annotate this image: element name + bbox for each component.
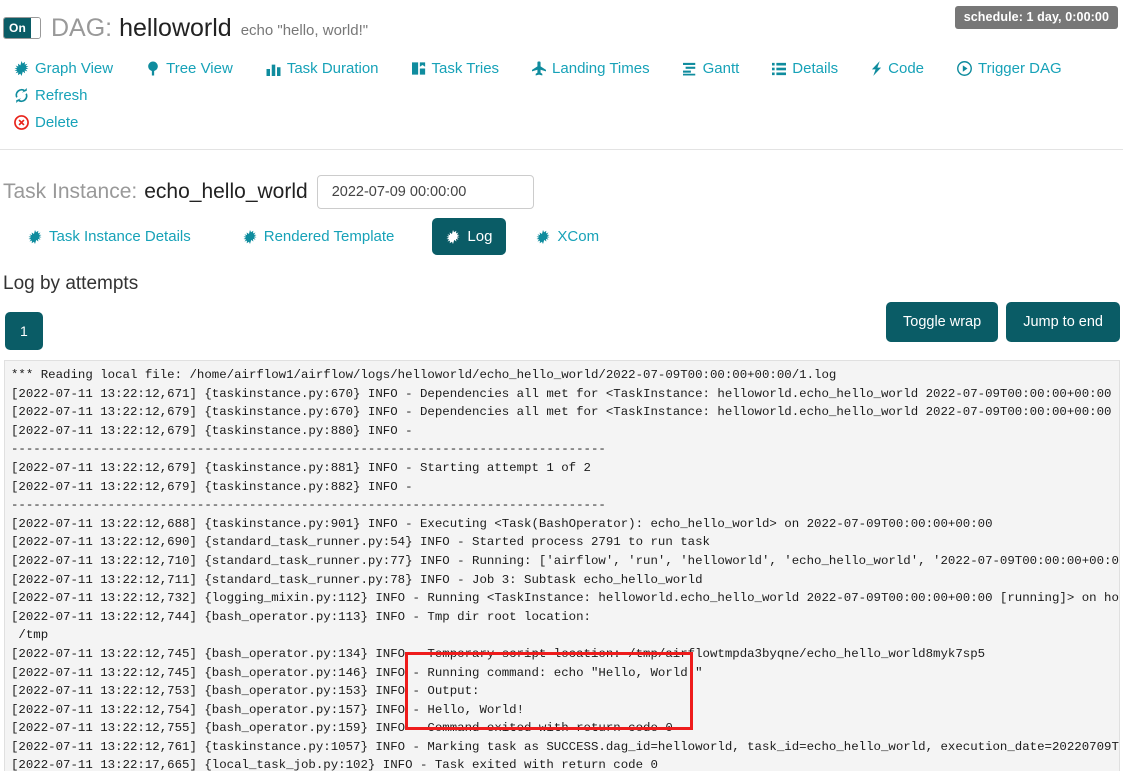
toggle-track bbox=[31, 18, 40, 38]
nav-item-details[interactable]: Details bbox=[772, 60, 838, 77]
log-line: [2022-07-11 13:22:12,744] {bash_operator… bbox=[11, 609, 599, 624]
log-action-buttons: Toggle wrap Jump to end bbox=[878, 302, 1120, 342]
play-circle-icon bbox=[957, 61, 972, 76]
nav-item-label: Trigger DAG bbox=[978, 60, 1062, 77]
subtab-rendered-template[interactable]: Rendered Template bbox=[229, 218, 409, 255]
nav-item-label: Details bbox=[792, 60, 839, 77]
nav-item-label: Graph View bbox=[35, 60, 114, 77]
dag-label: DAG: bbox=[51, 13, 113, 42]
log-line: [2022-07-11 13:22:12,679] {taskinstance.… bbox=[11, 423, 420, 438]
log-line: [2022-07-11 13:22:12,745] {bash_operator… bbox=[11, 646, 986, 661]
nav-item-label: Task Duration bbox=[286, 60, 379, 77]
log-line: ----------------------------------------… bbox=[11, 498, 606, 513]
log-line: ----------------------------------------… bbox=[11, 442, 606, 457]
task-instance-subtabs: Task Instance Details Rendered Template … bbox=[0, 212, 1123, 255]
task-instance-name: echo_hello_world bbox=[144, 180, 308, 203]
nav-item-task-duration[interactable]: Task Duration bbox=[266, 60, 379, 77]
nav-item-task-tries[interactable]: Task Tries bbox=[411, 60, 500, 77]
list-icon bbox=[772, 62, 787, 76]
log-line: [2022-07-11 13:22:12,745] {bash_operator… bbox=[11, 665, 703, 680]
nav-item-landing-times[interactable]: Landing Times bbox=[532, 60, 650, 77]
log-line: [2022-07-11 13:22:12,679] {taskinstance.… bbox=[11, 460, 591, 475]
jump-to-end-button[interactable]: Jump to end bbox=[1006, 302, 1120, 342]
log-line: [2022-07-11 13:22:12,688] {taskinstance.… bbox=[11, 516, 993, 531]
task-instance-label: Task Instance: bbox=[3, 180, 138, 203]
log-line: [2022-07-11 13:22:12,679] {taskinstance.… bbox=[11, 479, 420, 494]
schedule-badge: schedule: 1 day, 0:00:00 bbox=[954, 6, 1118, 29]
log-line: [2022-07-11 13:22:17,665] {local_task_jo… bbox=[11, 758, 658, 771]
nav-item-label: Delete bbox=[35, 114, 79, 131]
log-text: *** Reading local file: /home/airflow1/a… bbox=[5, 361, 1119, 771]
nav-item-label: Task Tries bbox=[431, 60, 500, 77]
log-line: [2022-07-11 13:22:12,711] {standard_task… bbox=[11, 572, 703, 587]
nav-item-label: Code bbox=[888, 60, 925, 77]
plane-icon bbox=[532, 61, 547, 76]
subtab-label: XCom bbox=[557, 228, 600, 245]
airflow-log-page: On DAG: helloworld echo "hello, world!" … bbox=[0, 0, 1123, 771]
nav-item-graph-view[interactable]: Graph View bbox=[14, 60, 113, 77]
log-line: [2022-07-11 13:22:12,754] {bash_operator… bbox=[11, 702, 525, 717]
dag-nav-row-1: Graph View Tree View Task Duration Task … bbox=[14, 60, 1123, 114]
nav-item-code[interactable]: Code bbox=[871, 60, 924, 77]
log-line: [2022-07-11 13:22:12,755] {bash_operator… bbox=[11, 721, 673, 736]
nav-item-label: Tree View bbox=[166, 60, 233, 77]
gantt-icon bbox=[682, 62, 697, 76]
tree-icon bbox=[146, 61, 160, 76]
subtab-label: Log bbox=[467, 228, 493, 245]
dag-nav-bar: Graph View Tree View Task Duration Task … bbox=[0, 52, 1123, 145]
log-attempts-row: 1 Toggle wrap Jump to end bbox=[0, 295, 1123, 353]
dag-nav-row-2: Delete bbox=[14, 114, 1123, 141]
toggle-wrap-button[interactable]: Toggle wrap bbox=[886, 302, 999, 342]
asterisk-icon bbox=[243, 229, 257, 244]
nav-item-delete[interactable]: Delete bbox=[14, 114, 78, 131]
log-line: /tmp bbox=[11, 628, 49, 643]
nav-item-trigger-dag[interactable]: Trigger DAG bbox=[957, 60, 1062, 77]
subtab-label: Task Instance Details bbox=[49, 228, 191, 245]
asterisk-icon bbox=[446, 229, 460, 244]
tries-icon bbox=[411, 61, 426, 76]
bar-chart-icon bbox=[266, 62, 281, 76]
nav-item-label: Gantt bbox=[702, 60, 740, 77]
log-line: *** Reading local file: /home/airflow1/a… bbox=[11, 368, 837, 382]
subtab-label: Rendered Template bbox=[263, 228, 395, 245]
attempt-tab-1[interactable]: 1 bbox=[5, 312, 43, 350]
log-line: [2022-07-11 13:22:12,690] {standard_task… bbox=[11, 535, 710, 550]
asterisk-icon bbox=[536, 229, 550, 244]
nav-item-gantt[interactable]: Gantt bbox=[682, 60, 740, 77]
execution-date-input[interactable] bbox=[316, 175, 534, 209]
nav-item-refresh[interactable]: Refresh bbox=[14, 87, 88, 104]
log-line: [2022-07-11 13:22:12,679] {taskinstance.… bbox=[11, 405, 1119, 420]
nav-item-label: Landing Times bbox=[552, 60, 650, 77]
dag-name: helloworld bbox=[119, 13, 232, 42]
log-line: [2022-07-11 13:22:12,761] {taskinstance.… bbox=[11, 739, 1119, 754]
refresh-icon bbox=[14, 88, 29, 103]
dag-description: echo "hello, world!" bbox=[240, 21, 369, 39]
subtab-xcom[interactable]: XCom bbox=[522, 218, 613, 255]
toggle-state-label: On bbox=[4, 18, 32, 38]
asterisk-icon bbox=[14, 61, 29, 76]
log-by-attempts-title: Log by attempts bbox=[3, 273, 139, 294]
subtab-log[interactable]: Log bbox=[432, 218, 507, 255]
subtab-task-instance-details[interactable]: Task Instance Details bbox=[14, 218, 205, 255]
log-line: [2022-07-11 13:22:12,753] {bash_operator… bbox=[11, 684, 480, 699]
log-output-panel[interactable]: *** Reading local file: /home/airflow1/a… bbox=[4, 360, 1120, 771]
lightning-icon bbox=[871, 61, 882, 76]
asterisk-icon bbox=[28, 229, 42, 244]
log-line: [2022-07-11 13:22:12,732] {logging_mixin… bbox=[11, 591, 1119, 606]
dag-on-off-toggle[interactable]: On bbox=[3, 17, 41, 39]
page-header: On DAG: helloworld echo "hello, world!" … bbox=[0, 0, 1123, 52]
delete-circle-icon bbox=[14, 115, 29, 130]
nav-item-tree-view[interactable]: Tree View bbox=[146, 60, 233, 77]
nav-item-label: Refresh bbox=[35, 87, 88, 104]
log-line: [2022-07-11 13:22:12,671] {taskinstance.… bbox=[11, 386, 1119, 401]
task-instance-row: Task Instance: echo_hello_world bbox=[0, 150, 1123, 212]
log-line: [2022-07-11 13:22:12,710] {standard_task… bbox=[11, 553, 1119, 568]
